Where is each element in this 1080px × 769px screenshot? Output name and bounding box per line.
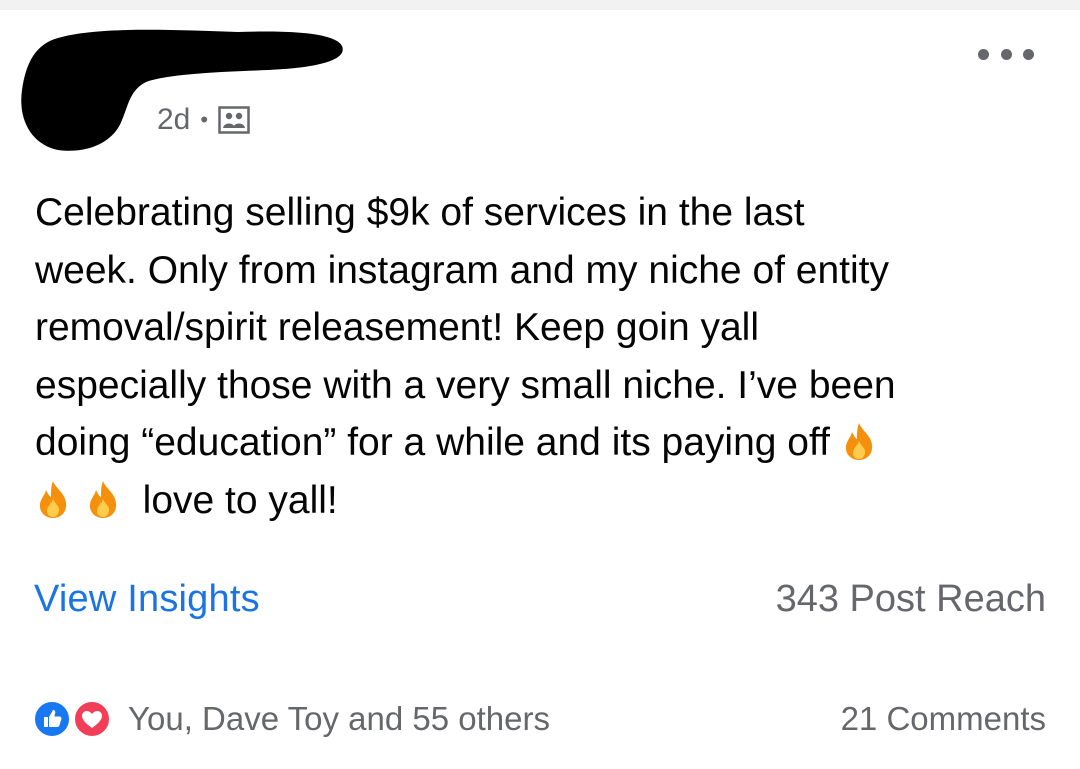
fire-emoji-icon	[89, 480, 117, 518]
post-text-line: week. Only from instagram and my niche o…	[35, 248, 890, 292]
reactions-summary[interactable]: You, Dave Toy and 55 others	[32, 699, 550, 739]
post-text-line: removal/spirit releasement! Keep goin ya…	[35, 306, 760, 349]
dot-icon	[1000, 48, 1012, 60]
post-text-line: love to yall!	[142, 478, 338, 522]
dot-icon	[978, 48, 989, 60]
post-meta: 2d •	[157, 103, 250, 137]
post-text-line: doing “education” for a while and its pa…	[35, 421, 830, 464]
top-divider	[0, 0, 1080, 10]
view-insights-link[interactable]: View Insights	[34, 578, 260, 621]
reactions-text: You, Dave Toy and 55 others	[128, 700, 550, 737]
post-text-line: Celebrating selling $9k of services in t…	[35, 191, 805, 234]
comments-count-link[interactable]: 21 Comments	[841, 700, 1046, 738]
like-icon	[32, 699, 72, 739]
fire-emoji-icon	[39, 480, 67, 518]
reaction-icons	[32, 699, 118, 739]
meta-separator: •	[200, 107, 209, 132]
dot-icon	[1023, 48, 1034, 60]
love-icon	[72, 699, 112, 739]
group-audience-icon	[218, 106, 250, 134]
post-text-line: especially those with a very small niche…	[35, 363, 896, 407]
post-body: Celebrating selling $9k of services in t…	[35, 184, 1055, 529]
fire-emoji-icon	[845, 423, 872, 460]
more-options-button[interactable]	[978, 40, 1034, 68]
post-reach-count: 343 Post Reach	[775, 578, 1046, 620]
post-timestamp[interactable]: 2d	[157, 103, 190, 137]
